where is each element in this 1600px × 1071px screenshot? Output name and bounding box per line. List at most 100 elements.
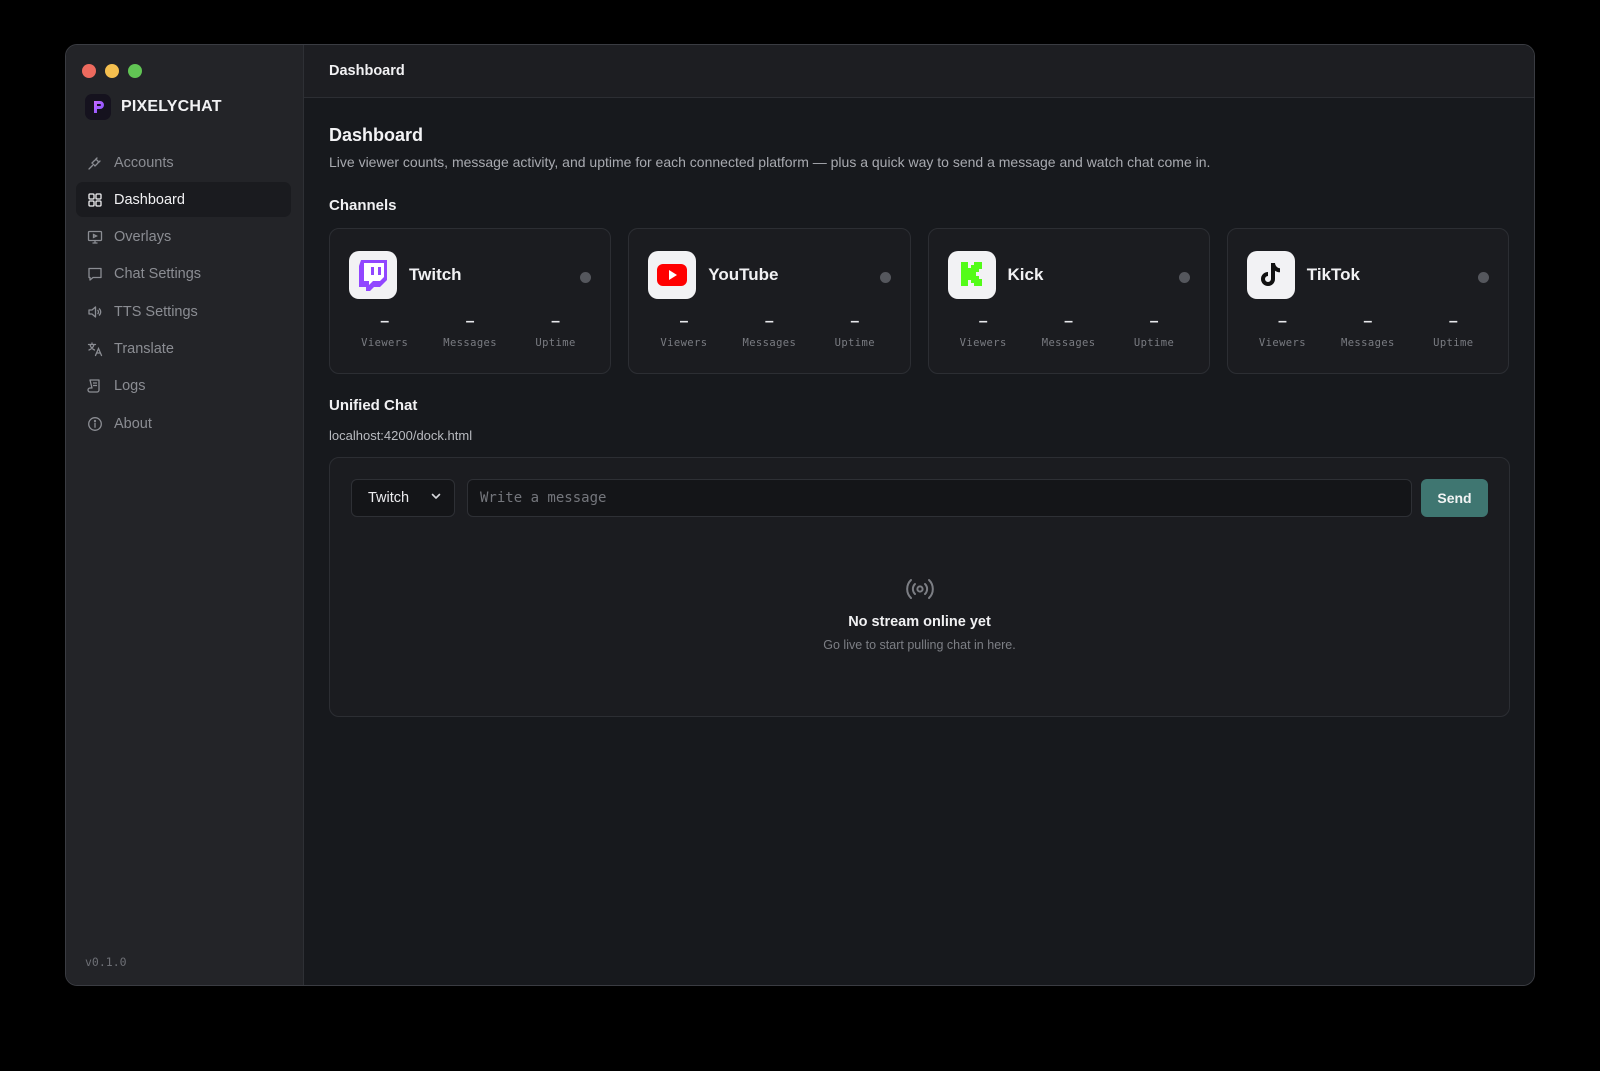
viewers-value: – [978, 313, 988, 330]
messages-value: – [1363, 313, 1373, 330]
zoom-window-button[interactable] [128, 64, 142, 78]
pixelychat-logo-icon [85, 94, 111, 120]
sidebar-item-tts-settings[interactable]: TTS Settings [76, 294, 291, 329]
topbar-title: Dashboard [329, 63, 405, 79]
broadcast-icon [330, 576, 1509, 602]
dashboard-content: Dashboard Live viewer counts, message ac… [329, 98, 1510, 717]
sidebar-nav: Accounts Dashboard Overlays Chat Setting… [76, 145, 291, 443]
sidebar-item-accounts[interactable]: Accounts [76, 145, 291, 180]
channel-name: YouTube [708, 265, 779, 284]
sidebar-item-label: TTS Settings [114, 303, 198, 320]
viewers-label: Viewers [1258, 337, 1306, 349]
status-indicator [1478, 272, 1489, 283]
sidebar-item-label: Translate [114, 340, 174, 357]
unified-chat-panel: Twitch Send [329, 457, 1510, 717]
scroll-icon [87, 378, 103, 394]
channel-stats: – Viewers – Messages – Uptime [342, 313, 598, 349]
empty-state: No stream online yet Go live to start pu… [330, 576, 1509, 652]
page-description: Live viewer counts, message activity, an… [329, 154, 1211, 170]
twitch-icon [349, 251, 397, 299]
channel-stats: – Viewers – Messages – Uptime [1240, 313, 1496, 349]
page-title: Dashboard [329, 125, 424, 145]
youtube-icon [648, 251, 697, 299]
messages-label: Messages [742, 337, 797, 349]
unified-chat-heading: Unified Chat [329, 397, 418, 414]
send-button[interactable]: Send [1421, 479, 1488, 517]
uptime-label: Uptime [1433, 337, 1474, 349]
monitor-icon [87, 229, 103, 245]
sidebar-item-dashboard[interactable]: Dashboard [76, 182, 291, 218]
minimize-window-button[interactable] [105, 64, 119, 78]
channel-name: Twitch [409, 265, 462, 284]
app-version: v0.1.0 [85, 955, 127, 969]
brand: PIXELYCHAT [85, 94, 222, 120]
sidebar-item-label: Chat Settings [114, 266, 202, 283]
channel-card-youtube: YouTube – Viewers – Messages – Uptime [628, 228, 911, 374]
channel-card-kick: Kick – Viewers – Messages – Uptime [927, 228, 1210, 374]
sidebar-item-about[interactable]: About [76, 406, 291, 441]
tiktok-icon [1246, 251, 1295, 299]
channel-stats: – Viewers – Messages – Uptime [641, 313, 897, 349]
empty-state-title: No stream online yet [848, 614, 991, 630]
viewers-label: Viewers [361, 337, 409, 349]
speaker-icon [87, 304, 103, 320]
uptime-label: Uptime [1133, 337, 1175, 349]
grid-icon [87, 192, 103, 208]
messages-value: – [1064, 313, 1074, 330]
platform-select-value: Twitch [368, 490, 410, 506]
message-input[interactable] [467, 479, 1412, 517]
channel-name: Kick [1007, 265, 1044, 284]
messages-value: – [764, 313, 774, 330]
sidebar: PIXELYCHAT Accounts Dashboard Overlays C… [66, 45, 304, 985]
status-indicator [1178, 272, 1190, 283]
channel-stats: – Viewers – Messages – Uptime [941, 313, 1197, 349]
chat-bubble-icon [87, 266, 103, 282]
sidebar-item-label: Dashboard [114, 191, 185, 208]
empty-state-subtitle: Go live to start pulling chat in here. [823, 638, 1016, 652]
channel-name: TikTok [1306, 265, 1360, 284]
info-icon [87, 416, 103, 432]
viewers-value: – [679, 313, 689, 330]
chat-controls: Twitch Send [351, 479, 1488, 517]
sidebar-item-label: Logs [114, 378, 146, 395]
close-window-button[interactable] [82, 64, 96, 78]
sidebar-item-overlays[interactable]: Overlays [76, 220, 291, 255]
status-indicator [879, 272, 891, 283]
channel-cards: Twitch – Viewers – Messages – Uptime You… [329, 228, 1509, 374]
translate-icon [87, 341, 103, 357]
platform-select[interactable]: Twitch [351, 479, 455, 517]
app-name: PIXELYCHAT [121, 98, 222, 115]
window-controls [82, 64, 142, 78]
viewers-label: Viewers [959, 337, 1007, 349]
main-area: Dashboard Dashboard Live viewer counts, … [304, 45, 1534, 985]
uptime-value: – [850, 313, 860, 330]
kick-icon [947, 251, 996, 299]
sidebar-item-chat-settings[interactable]: Chat Settings [76, 257, 291, 292]
channel-card-twitch: Twitch – Viewers – Messages – Uptime [329, 228, 612, 374]
chevron-down-icon [430, 490, 442, 506]
uptime-value: – [1448, 313, 1458, 330]
viewers-value: – [1278, 313, 1287, 330]
viewers-value: – [380, 313, 390, 330]
uptime-label: Uptime [834, 337, 875, 349]
sidebar-item-logs[interactable]: Logs [76, 369, 291, 404]
uptime-label: Uptime [535, 337, 576, 349]
viewers-label: Viewers [660, 337, 708, 349]
messages-value: – [465, 313, 475, 330]
app-window: PIXELYCHAT Accounts Dashboard Overlays C… [65, 44, 1535, 986]
status-indicator [580, 272, 592, 283]
messages-label: Messages [443, 337, 497, 349]
sidebar-item-translate[interactable]: Translate [76, 331, 291, 366]
channel-card-tiktok: TikTok – Viewers – Messages – Uptime [1226, 228, 1509, 374]
topbar: Dashboard [304, 45, 1534, 98]
sidebar-item-label: About [114, 415, 152, 432]
sidebar-item-label: Overlays [114, 229, 172, 246]
plug-icon [87, 155, 103, 171]
channels-heading: Channels [329, 197, 397, 214]
messages-label: Messages [1340, 337, 1395, 349]
uptime-value: – [551, 313, 560, 330]
sidebar-item-label: Accounts [114, 154, 174, 171]
uptime-value: – [1149, 313, 1159, 330]
dock-url[interactable]: localhost:4200/dock.html [329, 428, 1509, 443]
messages-label: Messages [1041, 337, 1096, 349]
